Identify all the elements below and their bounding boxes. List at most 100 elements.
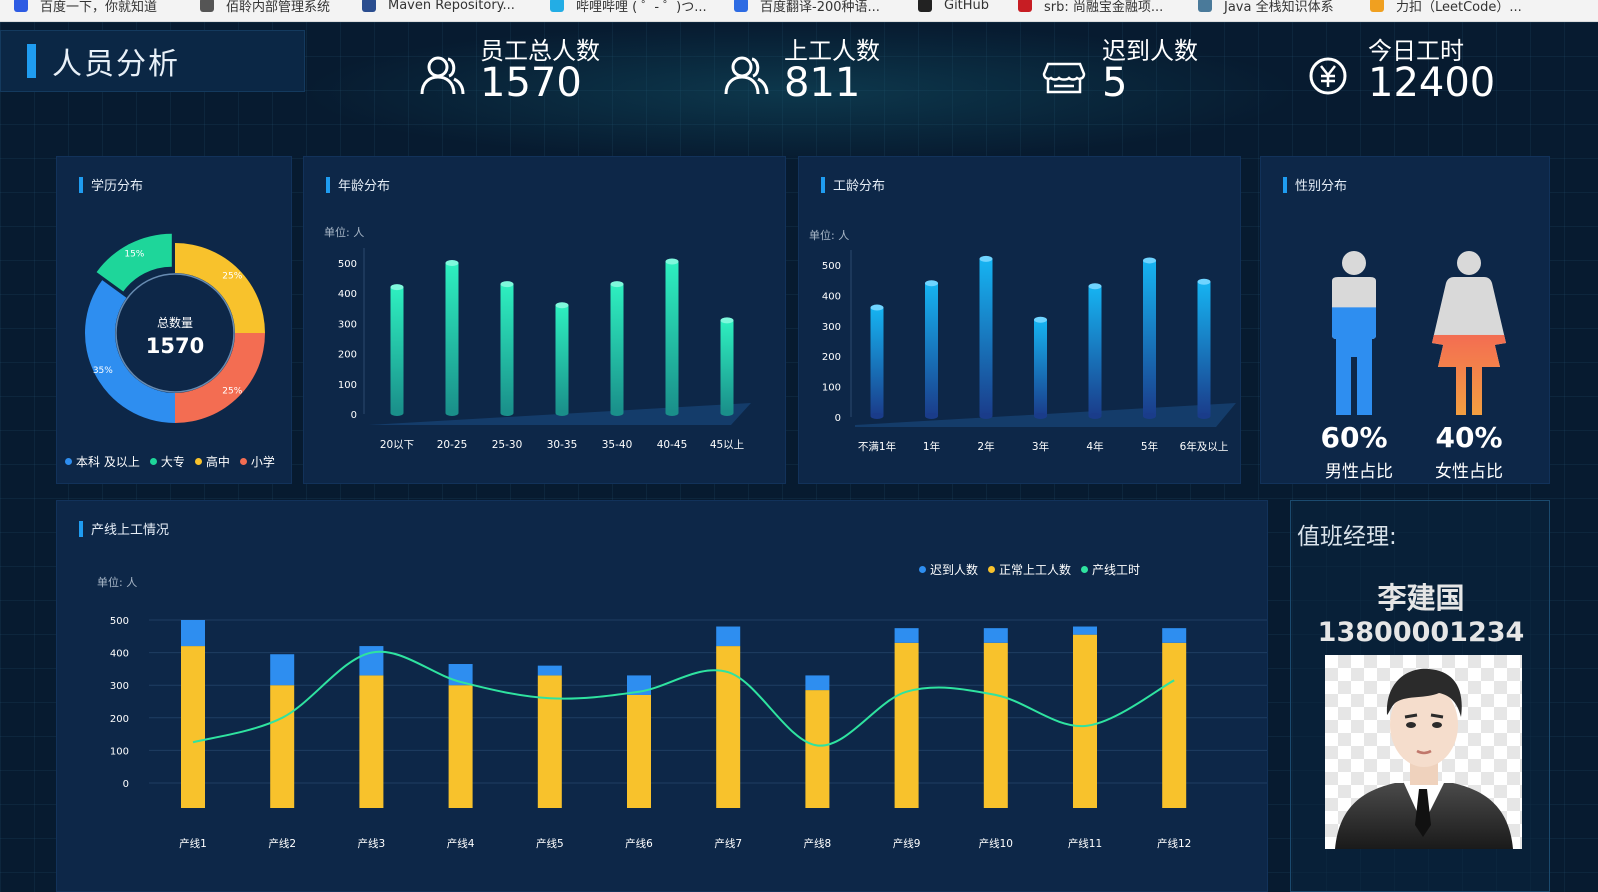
bookmark-item[interactable]: Maven Repository... [362,0,515,16]
donut-inner-ring [115,273,235,393]
bookmark-label: 百度翻译-200种语... [760,0,880,15]
x-tick-label: 不满1年 [858,440,896,453]
bar-late [181,620,205,647]
bookmark-item[interactable]: 哔哩哔哩 ( ゜- ゜)つ... [550,0,707,16]
x-tick-label: 35-40 [602,439,633,451]
bar-normal [1073,634,1097,808]
bookmark-label: GitHub [944,0,990,13]
bar-late [716,626,741,647]
bookmark-item[interactable]: GitHub [918,0,989,16]
bookmark-item[interactable]: 佰聆内部管理系统 [200,0,330,16]
gender-panel: 性别分布 60% 男性占比 40% 女性占比 [1260,156,1550,484]
bookmark-favicon-icon [1198,0,1212,12]
bar-late [537,665,562,676]
bookmark-item[interactable]: Java 全栈知识体系 [1198,0,1334,16]
bar-base [720,410,734,416]
bookmark-favicon-icon [1370,0,1384,12]
x-tick-label: 产线12 [1157,837,1191,850]
y-tick-label: 300 [338,319,357,330]
y-tick-label: 0 [351,410,357,421]
bar-base [390,410,404,416]
x-tick-label: 30-35 [547,439,578,451]
y-tick-label: 0 [835,413,841,424]
bar [979,258,993,416]
x-tick-label: 20-25 [437,439,468,451]
bookmark-item[interactable]: 百度一下，你就知道 [14,0,157,16]
production-panel: 产线上工情况 单位: 人 迟到人数 正常上工人数 产线工时 0 100 200 300 40… [56,500,1268,892]
bookmark-favicon-icon [14,0,28,12]
bar-base [1197,413,1211,419]
page-title-box: 人员分析 [0,30,305,92]
bar-cap [1034,316,1047,323]
bar-normal [448,685,473,808]
bar-normal [537,675,562,808]
x-tick-label: 40-45 [657,439,688,451]
legend-dot [149,458,157,465]
duty-manager-card: 值班经理: 李建国 13800001234 [1290,500,1550,892]
bar-cap [979,255,993,262]
bar-cap [555,302,569,309]
bookmark-item[interactable]: 百度翻译-200种语... [734,0,880,16]
manager-title: 值班经理: [1297,524,1397,550]
bar-cap [925,280,938,287]
bar-normal [359,675,384,808]
legend-label: 高中 [205,455,230,469]
bar-late [1162,628,1187,643]
x-tick-label: 25-30 [492,439,523,451]
production-combo-chart: 0 100 200 300 400 500 产线1 产线2 产线3 产线4 产线5 产线6 产线7 产线8… [110,616,1267,850]
bar-normal [983,642,1008,808]
bar-normal [270,685,295,808]
x-tick-label: 产线10 [979,837,1013,850]
stat-value: 811 [784,60,861,106]
panel-title-text: 性别分布 [1295,179,1348,194]
bar-late [270,654,295,686]
bar [1197,281,1211,416]
bookmark-favicon-icon [734,0,748,12]
bar-base [445,410,459,416]
stat-working-employees: 上工人数 811 [722,38,880,108]
page-title: 人员分析 [52,47,180,82]
bar [1034,319,1047,416]
bar-base [979,413,993,419]
legend-item: 本科 及以上 [65,453,140,470]
stat-total-employees: 员工总人数 1570 [418,38,600,108]
avatar-illustration [1335,668,1513,849]
x-tick-label: 45以上 [710,439,744,451]
donut-slice-label: 35% [93,366,113,376]
female-percentage: 40% [1435,421,1503,454]
bar-cap [870,304,884,311]
y-tick-label: 200 [338,350,357,361]
bar-base [1034,413,1047,419]
y-tick-label: 400 [822,291,841,302]
y-tick-label: 500 [338,259,357,270]
bar-late [983,628,1008,643]
x-tick-label: 2年 [977,440,994,453]
donut-center-value: 1570 [146,334,204,358]
x-tick-label: 产线6 [625,837,653,850]
panel-title: 性别分布 [1283,175,1347,194]
y-tick-label: 400 [110,649,129,660]
female-label: 女性占比 [1435,462,1503,482]
bar [445,263,459,413]
bar-cap [1197,278,1211,285]
bookmark-favicon-icon [1018,0,1032,12]
bookmark-item[interactable]: 力扣（LeetCode）... [1370,0,1522,16]
title-accent-bar [1283,176,1287,193]
yen-icon [1309,57,1347,95]
legend-item: 大专 [149,453,185,470]
y-tick-label: 200 [822,352,841,363]
female-figure-icon [1432,251,1506,415]
manager-avatar [1325,655,1522,849]
x-tick-label: 3年 [1032,440,1049,453]
bar-normal [627,694,651,808]
bookmark-label: 百度一下，你就知道 [40,0,158,15]
age-panel: 年龄分布 单位: 人 0 100 200 300 400 500 20以下 20-25 25-3… [303,156,786,484]
bookmarks-bar: 百度一下，你就知道 佰聆内部管理系统 Maven Repository... 哔哩哔哩… [0,0,1598,22]
bar [1088,286,1102,416]
legend-dot [239,458,247,465]
bar [665,261,679,413]
bar-base [925,413,938,419]
bar-normal [805,690,830,808]
manager-name: 李建国 [1377,581,1465,615]
bookmark-item[interactable]: srb: 尚融宝金融项... [1018,0,1163,16]
